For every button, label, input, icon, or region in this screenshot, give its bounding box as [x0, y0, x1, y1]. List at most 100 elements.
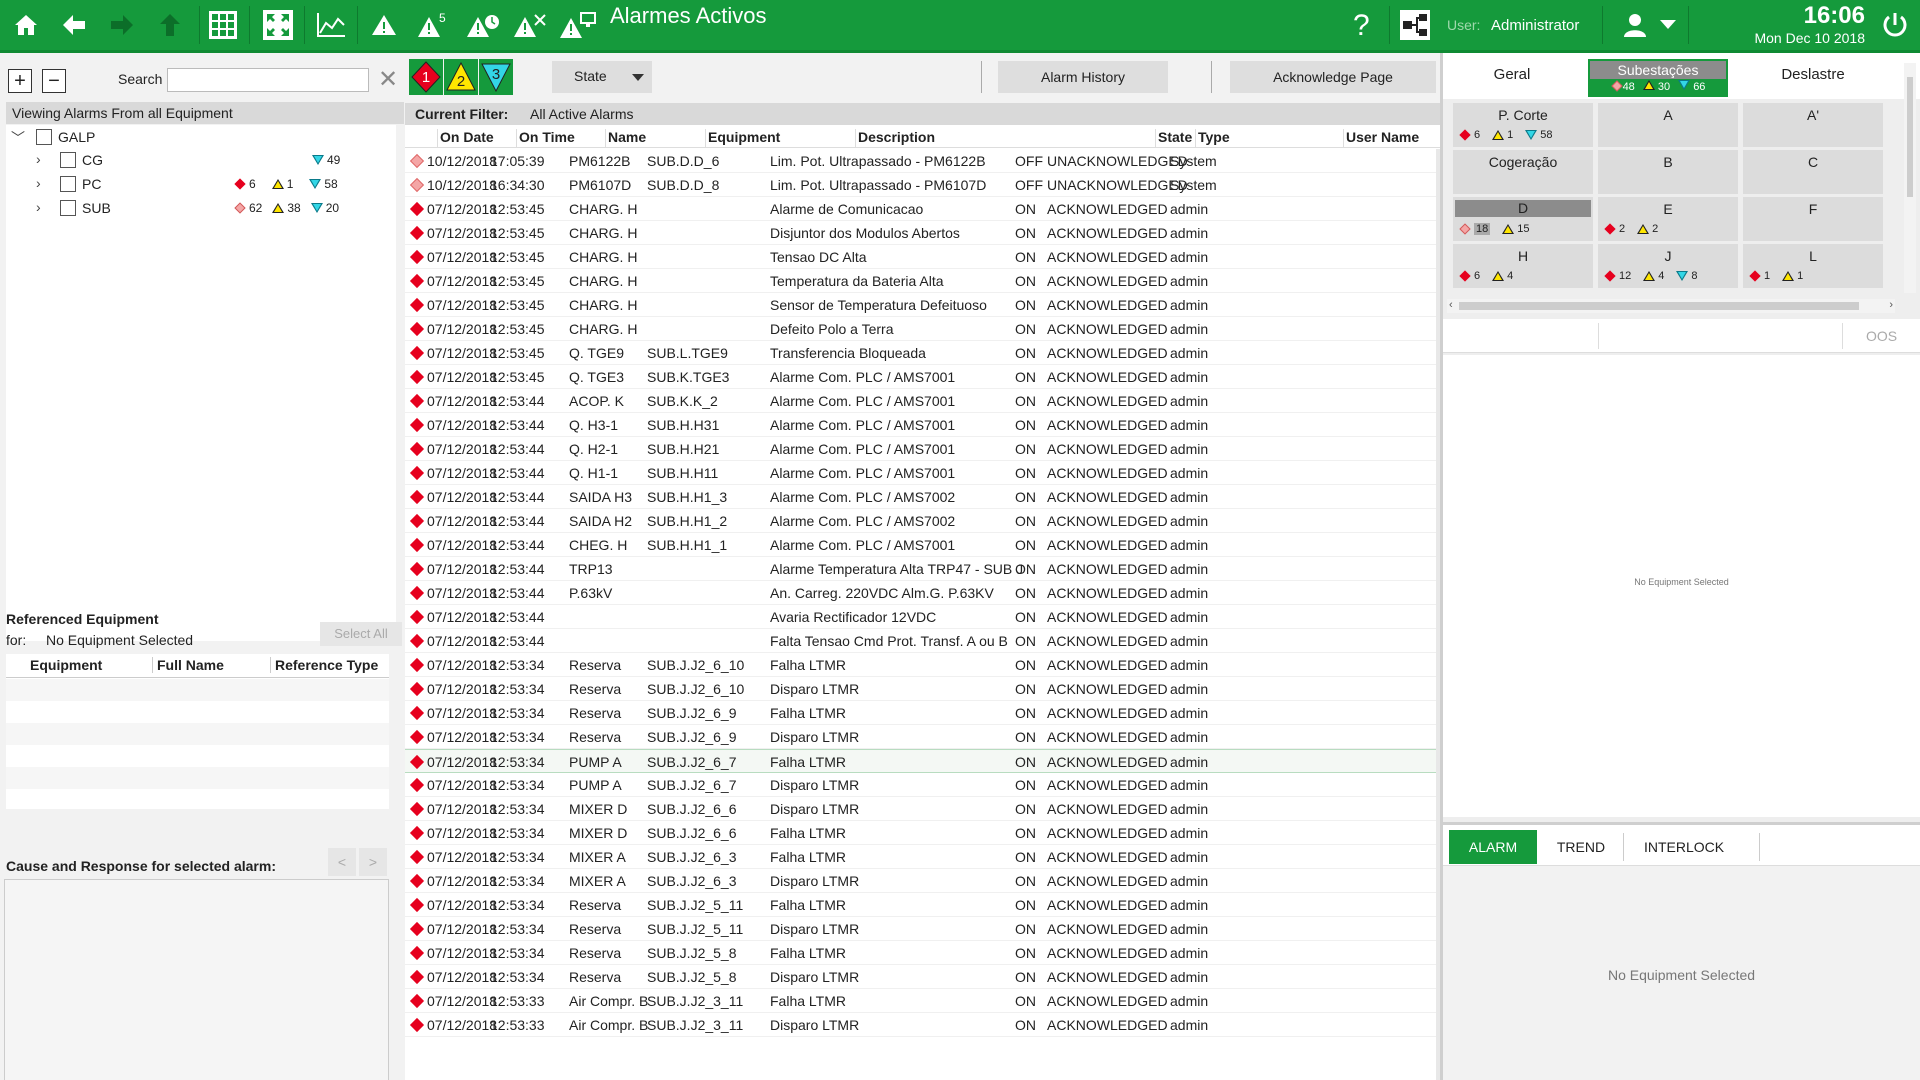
alarm-row[interactable]: 10/12/2018 17:05:39 PM6122B SUB.D.D_6 Lim. P…	[405, 149, 1440, 173]
alarm-row[interactable]: 07/12/2018 12:53:44 Falta Tensao Cmd Prot.…	[405, 629, 1440, 653]
alarm-screen-icon[interactable]	[558, 0, 598, 50]
col-on-date[interactable]: On Date	[437, 129, 494, 148]
area-cell[interactable]: B	[1598, 150, 1738, 194]
col-on-time[interactable]: On Time	[516, 129, 575, 148]
tab-geral[interactable]: Geral	[1447, 61, 1577, 89]
tree-checkbox[interactable]	[60, 176, 76, 192]
state-dropdown[interactable]: State	[552, 61, 652, 93]
alarm-row[interactable]: 07/12/2018 12:53:44 CHEG. H SUB.H.H1_1 Alarm…	[405, 533, 1440, 557]
scroll-thumb[interactable]	[1907, 77, 1913, 197]
alarm-row[interactable]: 07/12/2018 12:53:34 MIXER A SUB.J.J2_6_3 Fal…	[405, 845, 1440, 869]
alarm-row[interactable]: 07/12/2018 12:53:45 CHARG. H Disjuntor dos …	[405, 221, 1440, 245]
area-cell[interactable]: D 18 15	[1453, 197, 1593, 241]
alarm-row[interactable]: 10/12/2018 16:34:30 PM6107D SUB.D.D_8 Lim. P…	[405, 173, 1440, 197]
area-cell[interactable]: P. Corte 6 1 58	[1453, 103, 1593, 147]
chevron-right-icon[interactable]: ›	[36, 151, 41, 167]
scroll-thumb[interactable]	[1459, 302, 1859, 310]
tab-subestacoes[interactable]: Subestações 48 30 66	[1588, 59, 1728, 97]
scroll-left-icon[interactable]: ‹	[1449, 299, 1453, 311]
alarm-row[interactable]: 07/12/2018 12:53:44 Q. H2-1 SUB.H.H21 Alarme…	[405, 437, 1440, 461]
help-icon[interactable]: ?	[1348, 0, 1376, 50]
up-arrow-icon[interactable]	[154, 0, 186, 50]
tab-trend[interactable]: TREND	[1543, 830, 1619, 864]
area-cell[interactable]: E22	[1598, 197, 1738, 241]
alarm-row[interactable]: 07/12/2018 12:53:44 Q. H3-1 SUB.H.H31 Alarme…	[405, 413, 1440, 437]
tree-item-galp[interactable]: ﹀ GALP	[6, 126, 396, 148]
priority-1-filter-button[interactable]: 1	[409, 59, 443, 95]
back-arrow-icon[interactable]	[58, 0, 90, 50]
alarm-row[interactable]: 07/12/2018 12:53:44 P.63kV An. Carreg. 220V…	[405, 581, 1440, 605]
tab-deslastre[interactable]: Deslastre	[1743, 61, 1883, 89]
tree-checkbox[interactable]	[36, 129, 52, 145]
alarm-icon[interactable]	[368, 0, 400, 50]
alarm-row[interactable]: 07/12/2018 12:53:44 SAIDA H2 SUB.H.H1_2 Alar…	[405, 509, 1440, 533]
col-name[interactable]: Name	[605, 129, 646, 148]
col-description[interactable]: Description	[855, 129, 935, 148]
alarm-row[interactable]: 07/12/2018 12:53:34 Reserva SUB.J.J2_6_10 Fa…	[405, 653, 1440, 677]
prev-cause-button[interactable]: <	[328, 848, 356, 876]
area-grid-scrollbar[interactable]	[1904, 63, 1916, 293]
tree-item-pc[interactable]: › PC 6 1 58	[6, 173, 396, 195]
col-state[interactable]: State	[1155, 129, 1192, 148]
alarm-row[interactable]: 07/12/2018 12:53:34 MIXER D SUB.J.J2_6_6 Fal…	[405, 821, 1440, 845]
area-cell[interactable]: F	[1743, 197, 1883, 241]
area-cell[interactable]: Cogeração	[1453, 150, 1593, 194]
alarm-row[interactable]: 07/12/2018 12:53:34 Reserva SUB.J.J2_6_9 Fal…	[405, 701, 1440, 725]
home-icon[interactable]	[10, 0, 42, 50]
area-grid-hscrollbar[interactable]: ‹ ›	[1447, 299, 1895, 313]
col-type[interactable]: Type	[1195, 129, 1230, 148]
user-menu-chevron-icon[interactable]	[1656, 0, 1680, 50]
alarm-row[interactable]: 07/12/2018 12:53:34 MIXER A SUB.J.J2_6_3 Dis…	[405, 869, 1440, 893]
alarm-row[interactable]: 07/12/2018 12:53:34 Reserva SUB.J.J2_6_9 Dis…	[405, 725, 1440, 749]
alarm-row[interactable]: 07/12/2018 12:53:34 PUMP A SUB.J.J2_6_7 Disp…	[405, 773, 1440, 797]
ref-col-reference-type[interactable]: Reference Type	[270, 657, 378, 673]
area-cell[interactable]: C	[1743, 150, 1883, 194]
search-input[interactable]	[167, 68, 369, 92]
alarm-row[interactable]: 07/12/2018 12:53:45 CHARG. H Defeito Polo a…	[405, 317, 1440, 341]
collapse-all-button[interactable]: −	[42, 69, 66, 93]
alarm-priority-icon[interactable]: 5	[416, 0, 452, 50]
alarm-row[interactable]: 07/12/2018 12:53:34 Reserva SUB.J.J2_6_10 Di…	[405, 677, 1440, 701]
alarm-row[interactable]: 07/12/2018 12:53:45 CHARG. H Sensor de Temp…	[405, 293, 1440, 317]
alarm-row[interactable]: 07/12/2018 12:53:45 CHARG. H Alarme de Comu…	[405, 197, 1440, 221]
grid-icon[interactable]	[207, 0, 239, 50]
alarm-clear-icon[interactable]	[512, 0, 548, 50]
tree-checkbox[interactable]	[60, 152, 76, 168]
alarm-row[interactable]: 07/12/2018 12:53:44 TRP13 Alarme Temperatur…	[405, 557, 1440, 581]
chevron-right-icon[interactable]: ›	[36, 175, 41, 191]
trend-chart-icon[interactable]	[314, 0, 348, 50]
select-all-button[interactable]: Select All	[320, 622, 402, 646]
alarm-row[interactable]: 07/12/2018 12:53:34 Reserva SUB.J.J2_5_11 Fa…	[405, 893, 1440, 917]
tree-item-cg[interactable]: › CG 49	[6, 149, 396, 171]
tree-item-sub[interactable]: › SUB 62 38 20	[6, 197, 396, 219]
alarm-row[interactable]: 07/12/2018 12:53:34 Reserva SUB.J.J2_5_11 Di…	[405, 917, 1440, 941]
chevron-down-icon[interactable]: ﹀	[11, 128, 25, 148]
area-cell[interactable]: A	[1598, 103, 1738, 147]
scroll-right-icon[interactable]: ›	[1889, 299, 1893, 311]
alarm-row[interactable]: 07/12/2018 12:53:33 Air Compr. B SUB.J.J2_3…	[405, 989, 1440, 1013]
alarm-row[interactable]: 07/12/2018 12:53:34 Reserva SUB.J.J2_5_8 Fal…	[405, 941, 1440, 965]
alarm-row[interactable]: 07/12/2018 12:53:45 Q. TGE9 SUB.L.TGE9 Trans…	[405, 341, 1440, 365]
power-icon[interactable]	[1878, 0, 1912, 50]
alarm-row[interactable]: 07/12/2018 12:53:44 ACOP. K SUB.K.K_2 Alarme…	[405, 389, 1440, 413]
network-icon[interactable]	[1398, 0, 1432, 50]
forward-arrow-icon[interactable]	[106, 0, 138, 50]
priority-2-filter-button[interactable]: 2	[444, 59, 478, 95]
alarm-row[interactable]: 07/12/2018 12:53:33 Air Compr. B SUB.J.J2_3…	[405, 1013, 1440, 1037]
ref-col-equipment[interactable]: Equipment	[30, 657, 102, 673]
alarm-row[interactable]: 07/12/2018 12:53:34 MIXER D SUB.J.J2_6_6 Dis…	[405, 797, 1440, 821]
alarm-timer-icon[interactable]	[465, 0, 501, 50]
area-cell[interactable]: L11	[1743, 244, 1883, 288]
tree-checkbox[interactable]	[60, 200, 76, 216]
alarm-history-button[interactable]: Alarm History	[998, 61, 1168, 93]
alarm-row[interactable]: 07/12/2018 12:53:44 Q. H1-1 SUB.H.H11 Alarme…	[405, 461, 1440, 485]
alarm-row[interactable]: 07/12/2018 12:53:45 Q. TGE3 SUB.K.TGE3 Alarm…	[405, 365, 1440, 389]
acknowledge-page-button[interactable]: Acknowledge Page	[1230, 61, 1436, 93]
expand-all-button[interactable]: +	[8, 69, 32, 93]
tab-alarm[interactable]: ALARM	[1449, 830, 1537, 864]
alarm-row[interactable]: 07/12/2018 12:53:44 SAIDA H3 SUB.H.H1_3 Alar…	[405, 485, 1440, 509]
search-clear-icon[interactable]: ✕	[378, 68, 398, 92]
priority-3-filter-button[interactable]: 3	[479, 59, 513, 95]
col-user-name[interactable]: User Name	[1343, 129, 1419, 148]
next-cause-button[interactable]: >	[359, 848, 387, 876]
